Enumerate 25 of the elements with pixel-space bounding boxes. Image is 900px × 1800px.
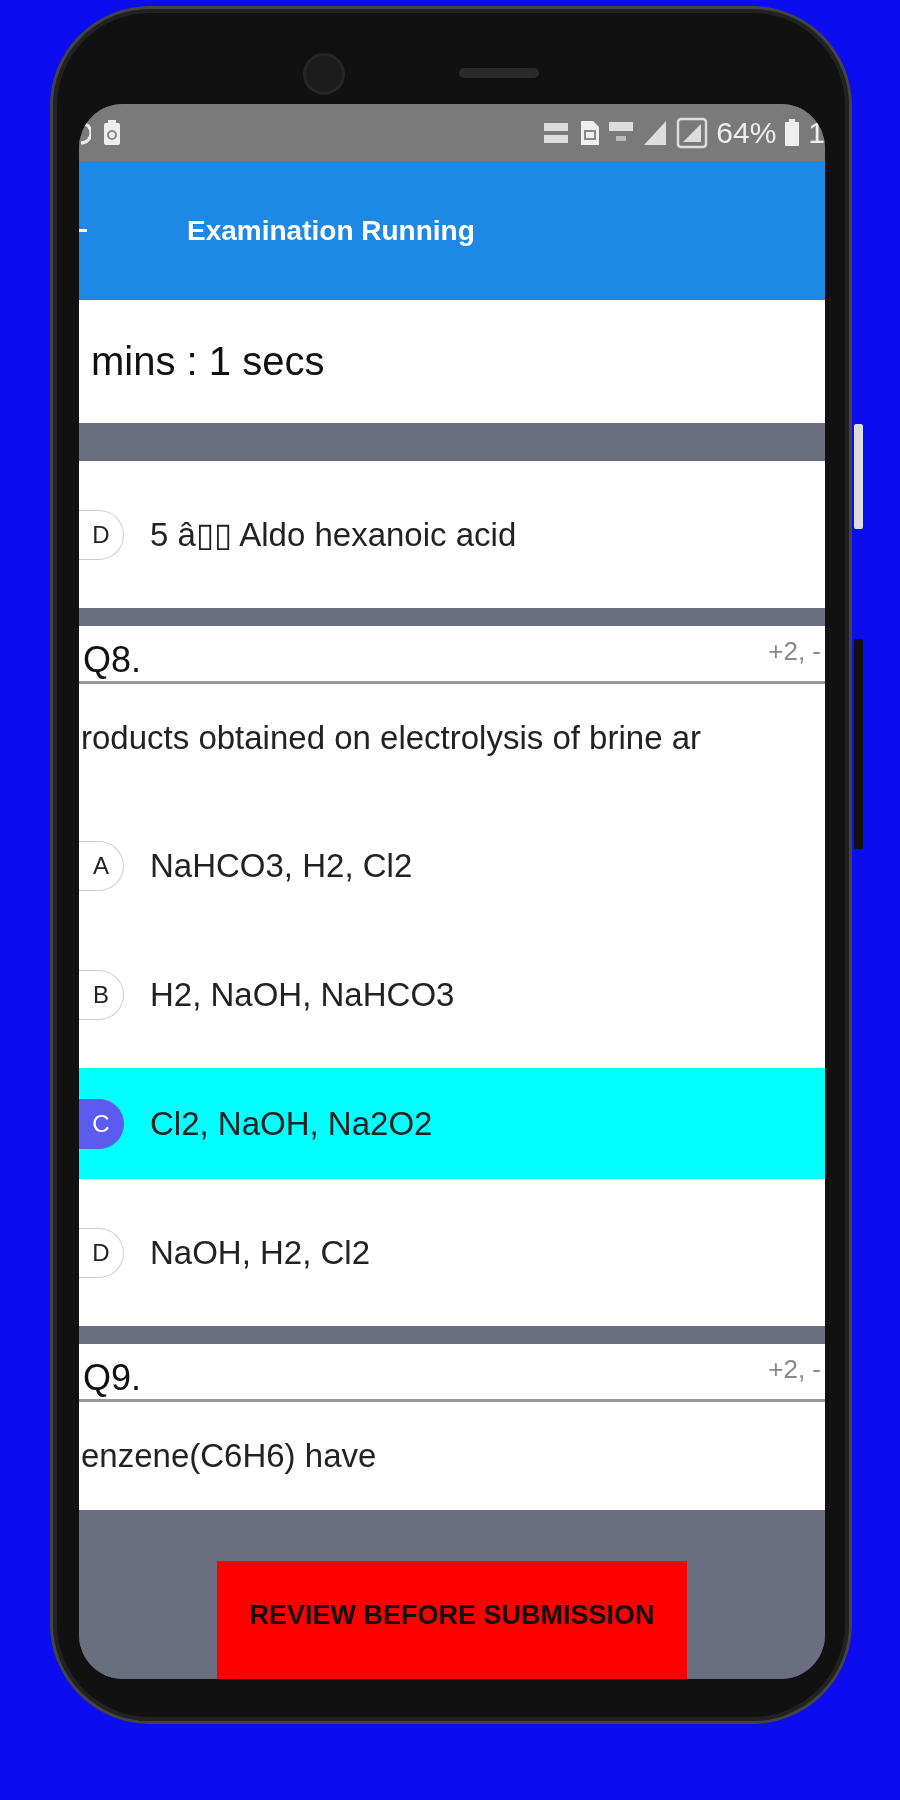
option-text: 5 â▯▯ Aldo hexanoic acid	[150, 515, 517, 554]
screen-title: Examination Running	[187, 214, 475, 247]
review-button[interactable]: REVIEW BEFORE SUBMISSION	[217, 1561, 687, 1679]
answer-option[interactable]: D 5 â▯▯ Aldo hexanoic acid	[79, 479, 825, 590]
question-number: Q8.	[82, 639, 142, 681]
battery-percent: 64%	[716, 115, 777, 150]
battery-icon	[784, 118, 801, 147]
marks-label: +2, -	[768, 635, 822, 667]
answer-option[interactable]: D NaOH, H2, Cl2	[79, 1197, 825, 1308]
question-text: enzene(C6H6) have	[80, 1436, 378, 1476]
answer-option[interactable]: C Cl2, NaOH, Na2O2	[79, 1068, 825, 1179]
option-text: NaHCO3, H2, Cl2	[150, 846, 413, 885]
option-text: NaOH, H2, Cl2	[150, 1233, 371, 1272]
clipboard-icon	[103, 119, 121, 146]
signal-icon	[676, 116, 709, 149]
answer-option[interactable]: A NaHCO3, H2, Cl2	[79, 810, 825, 921]
sim-card-icon	[578, 119, 601, 146]
answer-option[interactable]: B H2, NaOH, NaHCO3	[79, 939, 825, 1050]
option-text: Cl2, NaOH, Na2O2	[150, 1104, 433, 1143]
question-number: Q9.	[82, 1357, 142, 1399]
timer-text: mins : 1 secs	[90, 339, 325, 384]
question-text: roducts obtained on electrolysis of brine ar	[80, 718, 702, 758]
option-text: H2, NaOH, NaHCO3	[150, 975, 455, 1014]
marks-label: +2, -	[768, 1353, 822, 1385]
clock-time: 1	[808, 115, 825, 150]
